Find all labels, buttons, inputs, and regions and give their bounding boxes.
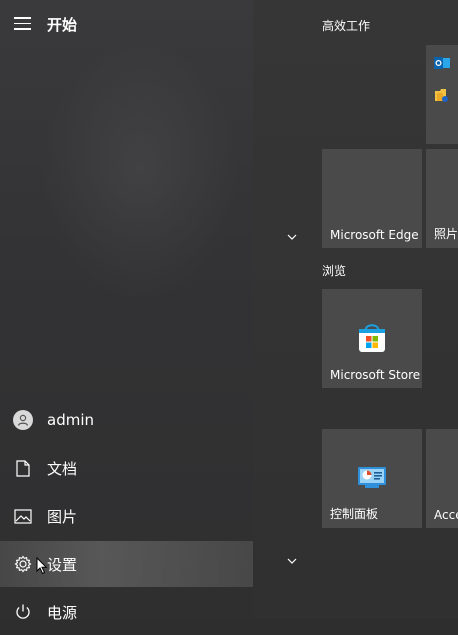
tile-microsoft-edge[interactable]: Microsoft Edge: [322, 149, 422, 248]
chevron-down-icon[interactable]: [286, 233, 298, 241]
background-glow: [40, 40, 240, 300]
nav-item-label: 设置: [47, 555, 78, 574]
tile-group-browse[interactable]: 浏览: [322, 262, 346, 279]
file-explorer-icon[interactable]: [434, 87, 450, 103]
tile-label: Microsoft Edge: [330, 228, 419, 242]
mouse-cursor-icon: [36, 557, 48, 575]
tile-label: Microsoft Store: [330, 368, 421, 382]
user-name: admin: [47, 411, 94, 429]
gear-icon: [12, 553, 34, 575]
power-icon: [12, 601, 34, 623]
nav-item-label: 文档: [47, 459, 78, 478]
tile-control-panel[interactable]: 控制面板: [322, 429, 422, 528]
nav-item-pictures[interactable]: 图片: [0, 493, 253, 539]
store-bag-icon: [356, 322, 388, 354]
small-tiles-group: [426, 45, 458, 144]
tile-label: Accessories: [434, 508, 458, 522]
tile-label: 控制面板: [330, 507, 379, 521]
user-avatar-icon: [12, 409, 34, 431]
tile-label: 照片: [434, 227, 458, 241]
tile-photos[interactable]: 照片: [426, 149, 458, 248]
tile-microsoft-store[interactable]: Microsoft Store: [322, 289, 422, 388]
chevron-down-icon[interactable]: [286, 557, 298, 565]
control-panel-icon: [357, 465, 387, 489]
tile-group-productivity[interactable]: 高效工作: [322, 17, 370, 34]
outlook-icon[interactable]: [434, 55, 450, 69]
hamburger-menu-icon[interactable]: [14, 17, 31, 30]
nav-item-label: 图片: [47, 507, 78, 526]
document-icon: [12, 457, 34, 479]
nav-item-documents[interactable]: 文档: [0, 445, 253, 491]
user-account-button[interactable]: admin: [0, 397, 253, 443]
start-title: 开始: [47, 16, 78, 34]
tile-accessories[interactable]: Accessories: [426, 429, 458, 528]
nav-item-power[interactable]: 电源: [0, 589, 253, 635]
picture-icon: [12, 505, 34, 527]
nav-item-label: 电源: [47, 603, 78, 622]
